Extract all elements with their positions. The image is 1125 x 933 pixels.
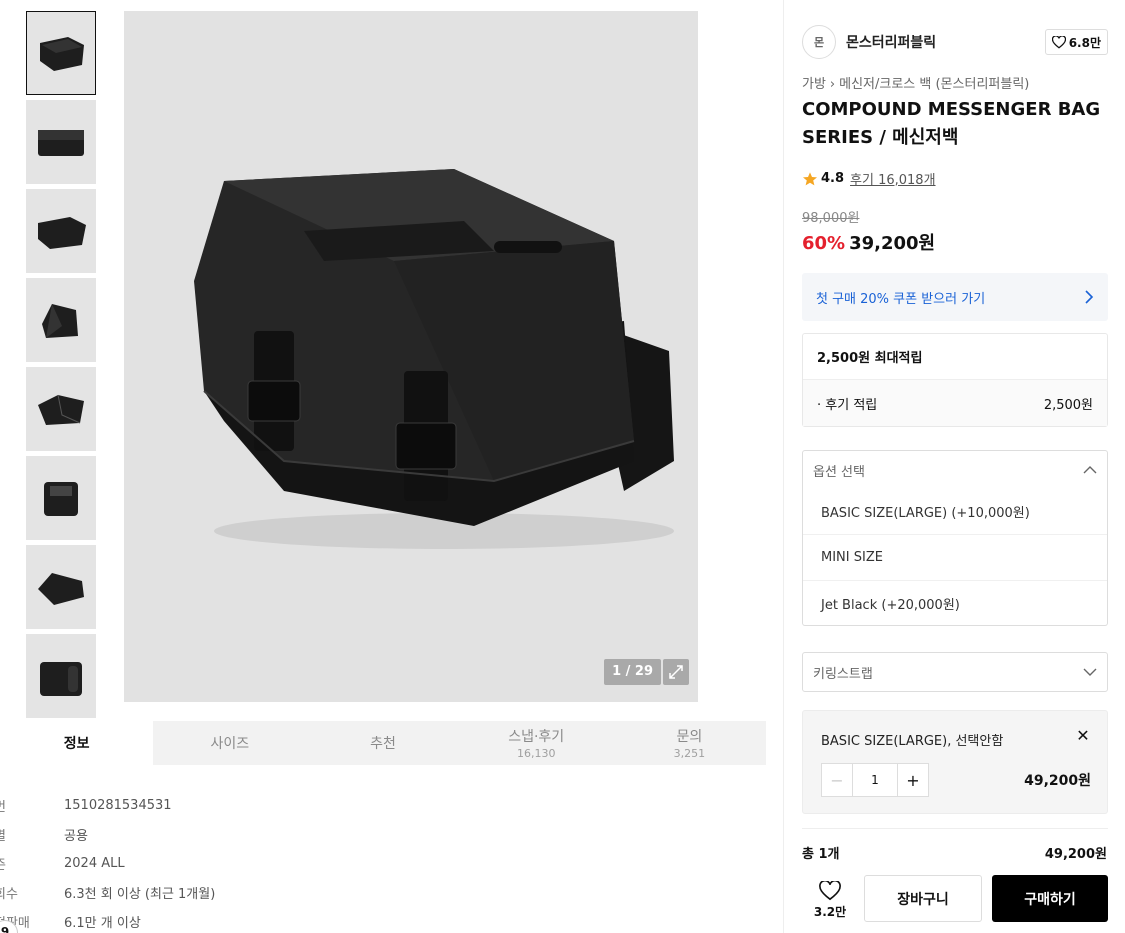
info-value: 6.1만 개 이상 (64, 916, 141, 931)
tab-size[interactable]: 사이즈 (153, 721, 306, 765)
tab-count: 3,251 (673, 747, 706, 760)
brand-row: 몬 몬스터리퍼블릭 6.8만 (802, 24, 1108, 60)
tab-info[interactable]: 정보 (0, 721, 154, 765)
product-tabs: 정보 사이즈 추천 스냅·후기 16,130 문의 3,251 (0, 721, 766, 765)
breadcrumb-subcategory[interactable]: 메신저/크로스 백 (몬스터리퍼블릭) (839, 77, 1029, 92)
brand-logo[interactable]: 몬 (802, 25, 836, 59)
info-row: 별공용 (0, 820, 400, 849)
breadcrumb: 가방 › 메신저/크로스 백 (몬스터리퍼블릭) (802, 73, 1029, 92)
rating: 4.8 후기 16,018개 (802, 169, 936, 188)
heart-icon (819, 880, 841, 900)
tab-inquiry[interactable]: 문의 3,251 (613, 721, 766, 765)
info-key: 즌 (0, 854, 64, 873)
brand-like-button[interactable]: 6.8만 (1044, 29, 1108, 55)
points-max: 2,500원 최대적립 (803, 334, 1107, 380)
points-box: 2,500원 최대적립 · 후기 적립 2,500원 (802, 333, 1108, 427)
points-row-label: · 후기 적립 (817, 397, 878, 413)
messenger-bag-image (194, 169, 674, 549)
info-row: 번1510281534531 (0, 791, 400, 820)
selected-option-name: BASIC SIZE(LARGE), 선택안함 (821, 734, 1004, 749)
info-row: 즌2024 ALL (0, 849, 400, 878)
quantity-stepper: − 1 + (821, 763, 929, 797)
image-counter: 1 / 29 (604, 659, 661, 685)
buy-now-button[interactable]: 구매하기 (992, 875, 1108, 922)
main-product-image[interactable]: 1 / 29 (124, 11, 698, 702)
review-count-link[interactable]: 후기 16,018개 (850, 169, 936, 188)
info-value: 공용 (64, 829, 88, 844)
brand-like-count: 6.8만 (1068, 35, 1101, 50)
points-row-value: 2,500원 (1043, 397, 1093, 413)
thumbnail[interactable] (26, 278, 96, 362)
thumbnail[interactable] (26, 189, 96, 273)
product-title: COMPOUND MESSENGER BAG SERIES / 메신저백 (802, 99, 1101, 148)
divider (802, 828, 1108, 829)
thumbnail[interactable] (26, 545, 96, 629)
price-row: 60% 39,200원 (802, 229, 935, 255)
chevron-right-icon: › (829, 77, 836, 92)
thumbnail[interactable] (26, 456, 96, 540)
sale-price: 39,200원 (849, 233, 936, 254)
tab-count: 16,130 (516, 747, 556, 760)
breadcrumb-category[interactable]: 가방 (802, 77, 826, 92)
info-row: 적판매6.1만 개 이상 (0, 907, 400, 933)
chevron-down-icon (1083, 668, 1097, 676)
discount-rate: 60% (802, 233, 846, 254)
option-dropdown: BASIC SIZE(LARGE) (+10,000원) MINI SIZE J… (802, 489, 1108, 626)
option-item[interactable]: Jet Black (+20,000원) (803, 581, 1107, 625)
thumbnail[interactable] (26, 11, 96, 95)
info-key: 번 (0, 796, 64, 815)
tab-snap-reviews[interactable]: 스냅·후기 16,130 (460, 721, 613, 765)
thumbnail-list (26, 11, 98, 723)
heart-icon (1051, 35, 1066, 49)
points-row: · 후기 적립 2,500원 (803, 380, 1107, 426)
total-count: 총 1개 (802, 847, 840, 862)
option-select-placeholder: 옵션 선택 (813, 464, 865, 480)
info-value: 1510281534531 (64, 798, 172, 813)
close-icon[interactable]: ✕ (1073, 725, 1093, 745)
keyring-select-placeholder: 키링스트랩 (813, 666, 873, 682)
keyring-select[interactable]: 키링스트랩 (802, 652, 1108, 692)
plus-button[interactable]: + (898, 764, 928, 796)
add-to-cart-button[interactable]: 장바구니 (864, 875, 982, 922)
product-info-list: 번1510281534531 별공용 즌2024 ALL 회수 6.3천 회 이상… (0, 791, 400, 933)
coupon-label: 첫 구매 20% 쿠폰 받으러 가기 (816, 291, 986, 307)
info-key: 회수 (0, 887, 18, 902)
coupon-banner[interactable]: 첫 구매 20% 쿠폰 받으러 가기 (802, 273, 1108, 321)
selected-option-price: 49,200원 (1024, 773, 1091, 789)
quantity-value[interactable]: 1 (852, 764, 898, 796)
info-row: 회수 6.3천 회 이상 (최근 1개월) (0, 878, 400, 907)
rating-score: 4.8 (821, 171, 845, 186)
product-like-button[interactable]: 3.2만 (802, 876, 858, 924)
option-item[interactable]: BASIC SIZE(LARGE) (+10,000원) (803, 489, 1107, 535)
selected-option-box: BASIC SIZE(LARGE), 선택안함 ✕ − 1 + 49,200원 (802, 710, 1108, 814)
minus-button[interactable]: − (822, 764, 852, 796)
product-like-count: 3.2만 (813, 904, 847, 919)
chevron-right-icon (1085, 290, 1094, 304)
option-item[interactable]: MINI SIZE (803, 535, 1107, 581)
expand-icon[interactable] (663, 659, 689, 685)
star-icon (803, 171, 817, 185)
brand-name[interactable]: 몬스터리퍼블릭 (846, 32, 936, 52)
purchase-panel: 몬 몬스터리퍼블릭 6.8만 가방 › 메신저/크로스 백 (몬스터리퍼블릭) CO… (783, 0, 1125, 933)
original-price: 98,000원 (802, 211, 860, 226)
thumbnail[interactable] (26, 100, 96, 184)
info-value: 2024 ALL (64, 856, 125, 871)
thumbnail[interactable] (26, 367, 96, 451)
option-select[interactable]: 옵션 선택 (802, 450, 1108, 490)
info-value: 6.3천 회 이상 (최근 1개월) (64, 887, 216, 902)
info-key: 별 (0, 825, 64, 844)
chevron-up-icon (1083, 466, 1097, 474)
tab-recommend[interactable]: 추천 (306, 721, 459, 765)
total-price: 49,200원 (1044, 847, 1107, 862)
thumbnail[interactable] (26, 634, 96, 718)
